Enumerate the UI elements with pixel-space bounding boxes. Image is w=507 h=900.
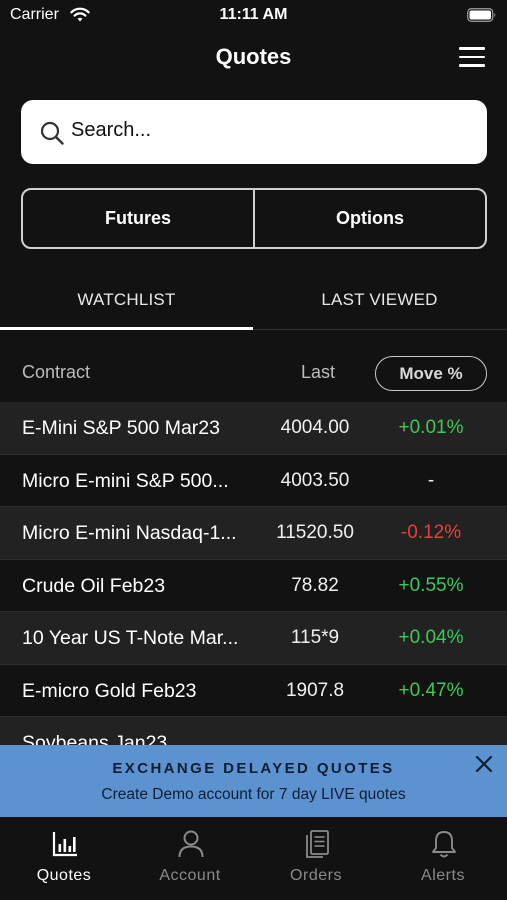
tabbar-label: Account bbox=[159, 867, 221, 884]
column-header-contract: Contract bbox=[22, 362, 91, 382]
contract-name: Micro E-mini Nasdaq-1... bbox=[22, 522, 237, 544]
search-icon bbox=[40, 121, 64, 145]
table-header: Contract Last Move % bbox=[0, 350, 507, 396]
document-icon bbox=[306, 830, 329, 858]
last-price: 4003.50 bbox=[280, 469, 350, 491]
last-price: 1907.8 bbox=[285, 679, 345, 701]
instrument-segmented-control: Futures Options bbox=[21, 188, 487, 249]
table-row[interactable]: 10 Year US T-Note Mar... 115*9 +0.04% bbox=[0, 612, 507, 665]
tab-last-viewed[interactable]: LAST VIEWED bbox=[253, 270, 506, 330]
table-row[interactable]: Micro E-mini Nasdaq-1... 11520.50 -0.12% bbox=[0, 507, 507, 560]
futures-button[interactable]: Futures bbox=[23, 190, 253, 247]
contract-name: Crude Oil Feb23 bbox=[22, 574, 166, 597]
tabbar-label: Alerts bbox=[421, 867, 465, 884]
contract-name: E-Mini S&P 500 Mar23 bbox=[22, 417, 220, 439]
search-input[interactable]: Search... bbox=[21, 100, 487, 164]
table-row[interactable]: Micro E-mini S&P 500... 4003.50 - bbox=[0, 455, 507, 507]
status-time: 11:11 AM bbox=[219, 6, 288, 23]
demo-account-link[interactable]: Create Demo account for 7 day LIVE quote… bbox=[0, 786, 507, 804]
last-price: 4004.00 bbox=[280, 417, 350, 438]
tabbar-item-quotes[interactable]: Quotes bbox=[1, 817, 127, 900]
last-price: 115*9 bbox=[290, 627, 340, 648]
last-price: 11520.50 bbox=[276, 522, 354, 543]
search-placeholder: Search... bbox=[71, 119, 152, 141]
chart-icon bbox=[52, 832, 77, 857]
move-percent: +0.55% bbox=[398, 574, 464, 596]
move-percent: +0.04% bbox=[398, 627, 464, 648]
page-title: Quotes bbox=[215, 44, 292, 69]
options-button[interactable]: Options bbox=[253, 190, 485, 247]
watchlist-tabs: WATCHLIST LAST VIEWED bbox=[0, 270, 507, 330]
tabbar-item-account[interactable]: Account bbox=[127, 817, 253, 900]
contract-name: 10 Year US T-Note Mar... bbox=[22, 627, 239, 649]
delayed-quotes-banner: EXCHANGE DELAYED QUOTES Create Demo acco… bbox=[0, 745, 507, 817]
bell-icon bbox=[432, 831, 456, 858]
move-percent: +0.01% bbox=[398, 417, 464, 438]
nav-bar: Quotes bbox=[0, 40, 507, 80]
table-row[interactable]: Crude Oil Feb23 78.82 +0.55% bbox=[0, 560, 507, 612]
table-row[interactable]: E-micro Gold Feb23 1907.8 +0.47% bbox=[0, 665, 507, 717]
move-percent: - bbox=[427, 469, 435, 491]
move-percent: +0.47% bbox=[398, 679, 464, 701]
contract-name: E-micro Gold Feb23 bbox=[22, 679, 197, 702]
tabbar-label: Quotes bbox=[36, 867, 92, 884]
tabbar-item-alerts[interactable]: Alerts bbox=[380, 817, 506, 900]
last-price: 78.82 bbox=[291, 574, 339, 596]
move-percent: -0.12% bbox=[400, 522, 462, 543]
move-percent-toggle-button[interactable]: Move % bbox=[375, 356, 487, 391]
tabbar-label: Orders bbox=[290, 867, 342, 884]
table-row[interactable]: E-Mini S&P 500 Mar23 4004.00 +0.01% bbox=[0, 402, 507, 455]
person-icon bbox=[178, 830, 204, 858]
column-header-last: Last bbox=[301, 362, 336, 382]
hamburger-menu-icon[interactable] bbox=[459, 47, 485, 69]
banner-title: EXCHANGE DELAYED QUOTES bbox=[112, 760, 395, 777]
tab-watchlist[interactable]: WATCHLIST bbox=[0, 270, 253, 330]
battery-icon bbox=[467, 8, 496, 22]
active-tab-indicator bbox=[0, 327, 253, 330]
tabbar-item-orders[interactable]: Orders bbox=[253, 817, 379, 900]
quotes-list: E-Mini S&P 500 Mar23 4004.00 +0.01% Micr… bbox=[0, 402, 507, 770]
contract-name: Micro E-mini S&P 500... bbox=[22, 469, 229, 492]
status-bar: Carrier 11:11 AM bbox=[0, 0, 507, 32]
close-icon[interactable] bbox=[473, 753, 495, 775]
bottom-tab-bar: Quotes Account Orders Alerts bbox=[0, 817, 507, 900]
